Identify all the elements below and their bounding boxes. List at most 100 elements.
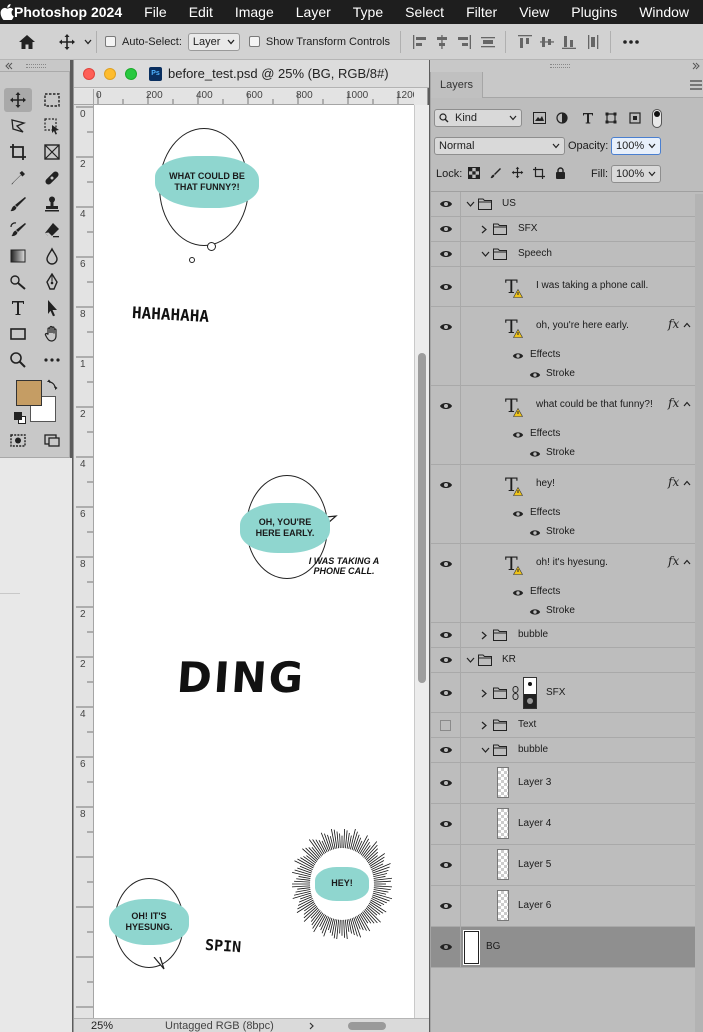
app-menu[interactable]: Photoshop 2024 bbox=[14, 4, 122, 20]
align-top-icon[interactable] bbox=[514, 34, 536, 50]
eye-icon[interactable] bbox=[512, 588, 524, 598]
visibility-toggle[interactable] bbox=[431, 242, 461, 266]
panel-menu-icon[interactable] bbox=[690, 80, 702, 90]
visibility-toggle[interactable] bbox=[431, 738, 461, 762]
menu-type[interactable]: Type bbox=[353, 4, 383, 20]
pixel-layer[interactable]: Layer 6 bbox=[431, 886, 695, 927]
dodge-tool[interactable] bbox=[4, 270, 32, 294]
chevron-up-icon[interactable] bbox=[683, 322, 691, 328]
menu-layer[interactable]: Layer bbox=[296, 4, 331, 20]
eye-icon[interactable] bbox=[529, 449, 541, 459]
eye-icon[interactable] bbox=[529, 528, 541, 538]
more-tools[interactable] bbox=[38, 348, 66, 372]
visibility-toggle[interactable] bbox=[431, 386, 461, 464]
history-brush-tool[interactable] bbox=[4, 218, 32, 242]
filter-type-icon[interactable] bbox=[582, 112, 594, 124]
tools-panel-header[interactable] bbox=[0, 60, 70, 72]
menu-view[interactable]: View bbox=[519, 4, 549, 20]
document-canvas[interactable]: WHAT COULD BE THAT FUNNY?! HAHAHAHA OH, … bbox=[94, 105, 414, 1018]
align-left-icon[interactable] bbox=[409, 34, 431, 50]
lock-position-icon[interactable] bbox=[511, 166, 524, 179]
vertical-ruler[interactable]: 0 2 4 6 8 1 2 4 6 8 2 2 4 6 8 bbox=[74, 105, 94, 1018]
blur-tool[interactable] bbox=[38, 244, 66, 268]
document-title-bar[interactable]: Ps before_test.psd @ 25% (BG, RGB/8#) bbox=[74, 60, 429, 88]
opacity-input[interactable]: 100% bbox=[611, 137, 661, 155]
visibility-toggle[interactable] bbox=[431, 544, 461, 622]
chevron-down-icon[interactable] bbox=[80, 39, 96, 45]
vertical-scrollbar[interactable] bbox=[414, 105, 429, 1018]
chevron-up-icon[interactable] bbox=[683, 559, 691, 565]
visibility-toggle[interactable] bbox=[431, 804, 461, 844]
text-layer[interactable]: T what could be that funny?! fx Effects … bbox=[431, 386, 695, 465]
visibility-toggle[interactable] bbox=[431, 307, 461, 385]
chevron-right-icon[interactable] bbox=[481, 689, 488, 698]
menu-edit[interactable]: Edit bbox=[189, 4, 213, 20]
move-tool[interactable] bbox=[4, 88, 32, 112]
minimize-button[interactable] bbox=[104, 67, 116, 80]
menu-plugins[interactable]: Plugins bbox=[571, 4, 617, 20]
chevron-down-icon[interactable] bbox=[481, 747, 490, 754]
layer-group-sfx[interactable]: SFX bbox=[431, 217, 695, 242]
align-center-icon[interactable] bbox=[431, 34, 453, 50]
lock-all-icon[interactable] bbox=[555, 167, 566, 179]
chevron-up-icon[interactable] bbox=[683, 401, 691, 407]
collapse-icon[interactable] bbox=[4, 62, 14, 70]
transform-controls-checkbox[interactable] bbox=[248, 36, 260, 47]
layer-group-bubble[interactable]: bubble bbox=[431, 738, 695, 763]
type-tool[interactable] bbox=[4, 296, 32, 320]
menu-file[interactable]: File bbox=[144, 4, 167, 20]
gradient-tool[interactable] bbox=[4, 244, 32, 268]
layer-group-sfx-masked[interactable]: SFX bbox=[431, 673, 695, 713]
eye-icon[interactable] bbox=[529, 607, 541, 617]
fx-icon[interactable]: fx bbox=[668, 554, 679, 568]
marquee-tool[interactable] bbox=[38, 88, 66, 112]
align-vertical-icon[interactable] bbox=[580, 34, 606, 50]
brush-tool[interactable] bbox=[4, 192, 32, 216]
auto-select-checkbox[interactable] bbox=[105, 36, 116, 47]
horizontal-ruler[interactable]: 0 200 400 600 800 1000 1200 bbox=[94, 89, 414, 105]
visibility-toggle[interactable] bbox=[431, 217, 461, 241]
hand-tool[interactable] bbox=[38, 322, 66, 346]
chevron-right-icon[interactable] bbox=[308, 1022, 316, 1030]
pen-tool[interactable] bbox=[38, 270, 66, 294]
align-right-icon[interactable] bbox=[453, 34, 475, 50]
screen-mode-button[interactable] bbox=[38, 428, 66, 452]
eye-icon[interactable] bbox=[512, 351, 524, 361]
collapse-icon[interactable] bbox=[691, 62, 701, 70]
eyedropper-tool[interactable] bbox=[4, 166, 32, 190]
layer-group-speech[interactable]: Speech bbox=[431, 242, 695, 267]
swap-colors-icon[interactable] bbox=[47, 378, 59, 390]
eraser-tool[interactable] bbox=[38, 218, 66, 242]
horizontal-scrollbar-thumb[interactable] bbox=[347, 1021, 386, 1030]
healing-brush-tool[interactable] bbox=[38, 166, 66, 190]
chevron-right-icon[interactable] bbox=[481, 631, 488, 640]
visibility-toggle[interactable] bbox=[431, 673, 461, 712]
chevron-right-icon[interactable] bbox=[481, 225, 488, 234]
zoom-level[interactable]: 25% bbox=[91, 1020, 135, 1032]
pixel-layer[interactable]: Layer 5 bbox=[431, 845, 695, 886]
chevron-down-icon[interactable] bbox=[481, 251, 490, 258]
more-options-icon[interactable] bbox=[621, 39, 641, 44]
fx-icon[interactable]: fx bbox=[668, 317, 679, 331]
layers-scrollbar[interactable] bbox=[695, 194, 703, 1032]
quick-mask-button[interactable] bbox=[4, 428, 32, 452]
align-middle-icon[interactable] bbox=[536, 34, 558, 50]
visibility-toggle[interactable] bbox=[431, 927, 461, 967]
visibility-toggle[interactable] bbox=[431, 713, 461, 737]
menu-image[interactable]: Image bbox=[235, 4, 274, 20]
layer-group-bubble[interactable]: bubble bbox=[431, 623, 695, 648]
lock-artboard-icon[interactable] bbox=[533, 167, 545, 179]
visibility-toggle[interactable] bbox=[431, 192, 461, 216]
filter-shape-icon[interactable] bbox=[605, 112, 617, 124]
apple-icon[interactable] bbox=[0, 4, 14, 20]
frame-tool[interactable] bbox=[38, 140, 66, 164]
pixel-layer[interactable]: Layer 4 bbox=[431, 804, 695, 845]
align-horizontal-icon[interactable] bbox=[475, 34, 501, 50]
link-icon[interactable] bbox=[512, 686, 519, 700]
home-icon[interactable] bbox=[0, 34, 54, 50]
scrollbar-thumb[interactable] bbox=[418, 353, 426, 683]
lock-pixels-icon[interactable] bbox=[490, 167, 502, 179]
eye-icon[interactable] bbox=[512, 430, 524, 440]
filter-toggle[interactable] bbox=[652, 109, 662, 128]
kind-filter-dropdown[interactable]: Kind bbox=[434, 109, 522, 127]
